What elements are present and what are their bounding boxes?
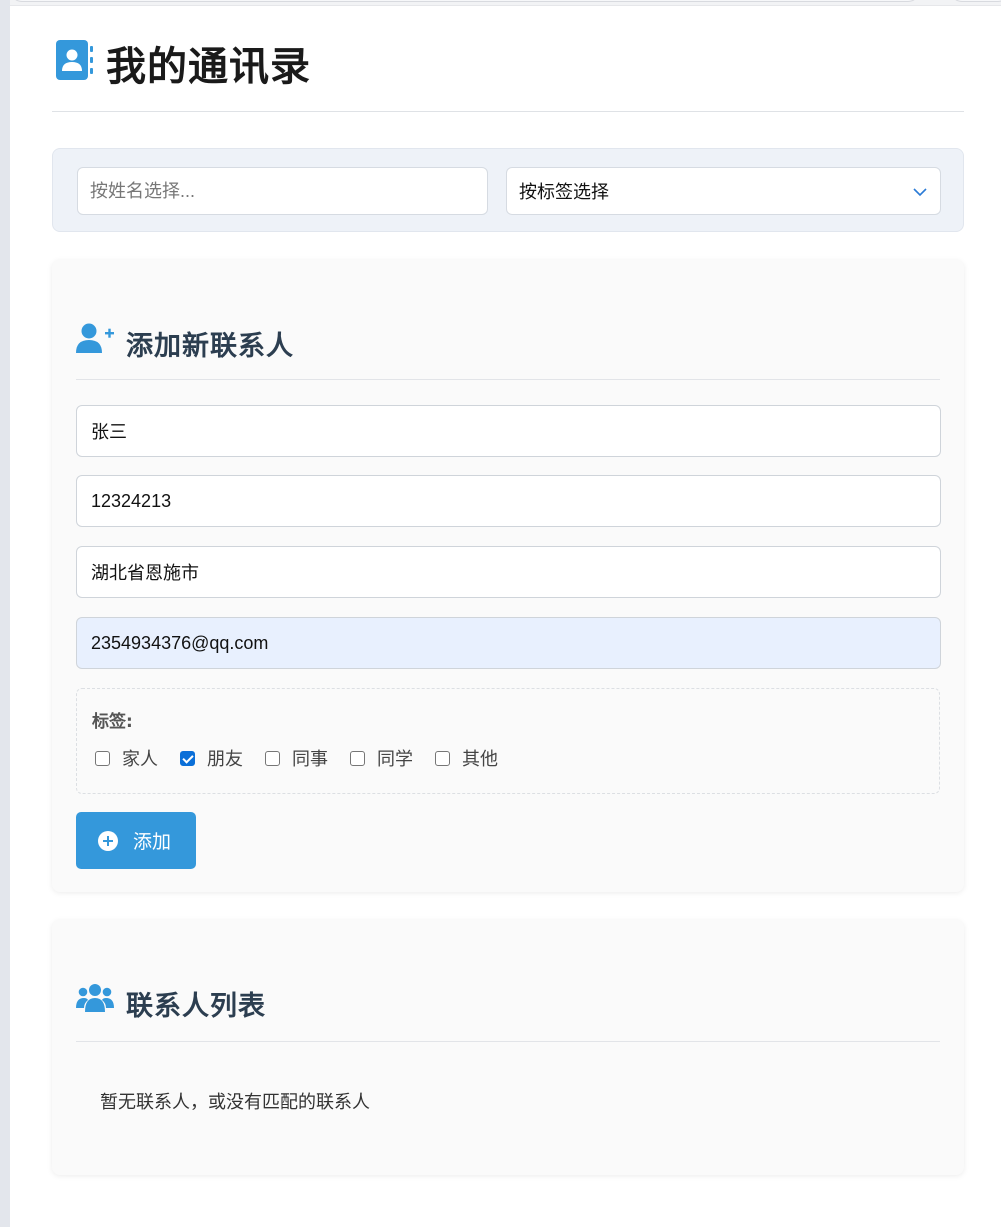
address-field[interactable] xyxy=(76,546,941,598)
add-contact-header: 添加新联系人 xyxy=(76,322,940,380)
tag-label-other: 其他 xyxy=(462,749,498,770)
tag-option-colleague[interactable]: 同事 xyxy=(265,745,328,771)
name-filter-input[interactable] xyxy=(77,167,488,215)
tags-label: 标签: xyxy=(92,712,133,732)
name-field[interactable] xyxy=(76,405,941,457)
tag-label-classmate: 同学 xyxy=(377,749,413,770)
tag-checkbox-family[interactable] xyxy=(95,750,110,766)
add-contact-title: 添加新联系人 xyxy=(126,331,294,362)
tag-checkbox-classmate[interactable] xyxy=(350,750,365,766)
browser-tab-edge-2 xyxy=(950,0,1001,2)
tag-option-friend[interactable]: 朋友 xyxy=(180,745,243,771)
user-plus-icon xyxy=(76,322,114,358)
tag-option-classmate[interactable]: 同学 xyxy=(350,745,413,771)
tags-group: 标签: 家人 朋友 同事 同学 其他 xyxy=(76,688,940,794)
filter-bar: 按标签选择 xyxy=(52,148,964,232)
tag-filter-value: 按标签选择 xyxy=(519,182,609,202)
browser-tab-edge xyxy=(10,0,920,2)
plus-circle-icon xyxy=(98,830,118,851)
phone-field[interactable] xyxy=(76,475,941,527)
tag-option-other[interactable]: 其他 xyxy=(435,745,498,771)
page-header: 我的通讯录 xyxy=(52,30,964,112)
page-title: 我的通讯录 xyxy=(106,44,311,90)
contact-list-title: 联系人列表 xyxy=(126,991,266,1022)
add-button-label: 添加 xyxy=(133,832,172,853)
window-left-edge xyxy=(0,0,10,1227)
address-book-icon xyxy=(54,38,94,86)
browser-top-edge xyxy=(10,0,1001,6)
contact-list-card: 联系人列表 暂无联系人，或没有匹配的联系人 xyxy=(52,920,964,1175)
add-contact-card: 添加新联系人 标签: 家人 朋友 同事 xyxy=(52,260,964,892)
tag-label-friend: 朋友 xyxy=(207,749,243,770)
tag-checkbox-colleague[interactable] xyxy=(265,750,280,766)
tag-checkbox-other[interactable] xyxy=(435,750,450,766)
contact-list-header: 联系人列表 xyxy=(76,982,940,1042)
tag-label-colleague: 同事 xyxy=(292,749,328,770)
users-icon xyxy=(76,982,114,1018)
tag-checkbox-friend[interactable] xyxy=(180,750,195,766)
add-contact-button[interactable]: 添加 xyxy=(76,812,196,869)
chevron-down-icon xyxy=(912,184,928,205)
tag-options: 家人 朋友 同事 同学 其他 xyxy=(95,745,520,771)
tag-label-family: 家人 xyxy=(122,749,158,770)
empty-list-message: 暂无联系人，或没有匹配的联系人 xyxy=(100,1092,370,1113)
email-field[interactable] xyxy=(76,617,941,669)
tag-option-family[interactable]: 家人 xyxy=(95,745,158,771)
tag-filter-select[interactable]: 按标签选择 xyxy=(506,167,941,215)
